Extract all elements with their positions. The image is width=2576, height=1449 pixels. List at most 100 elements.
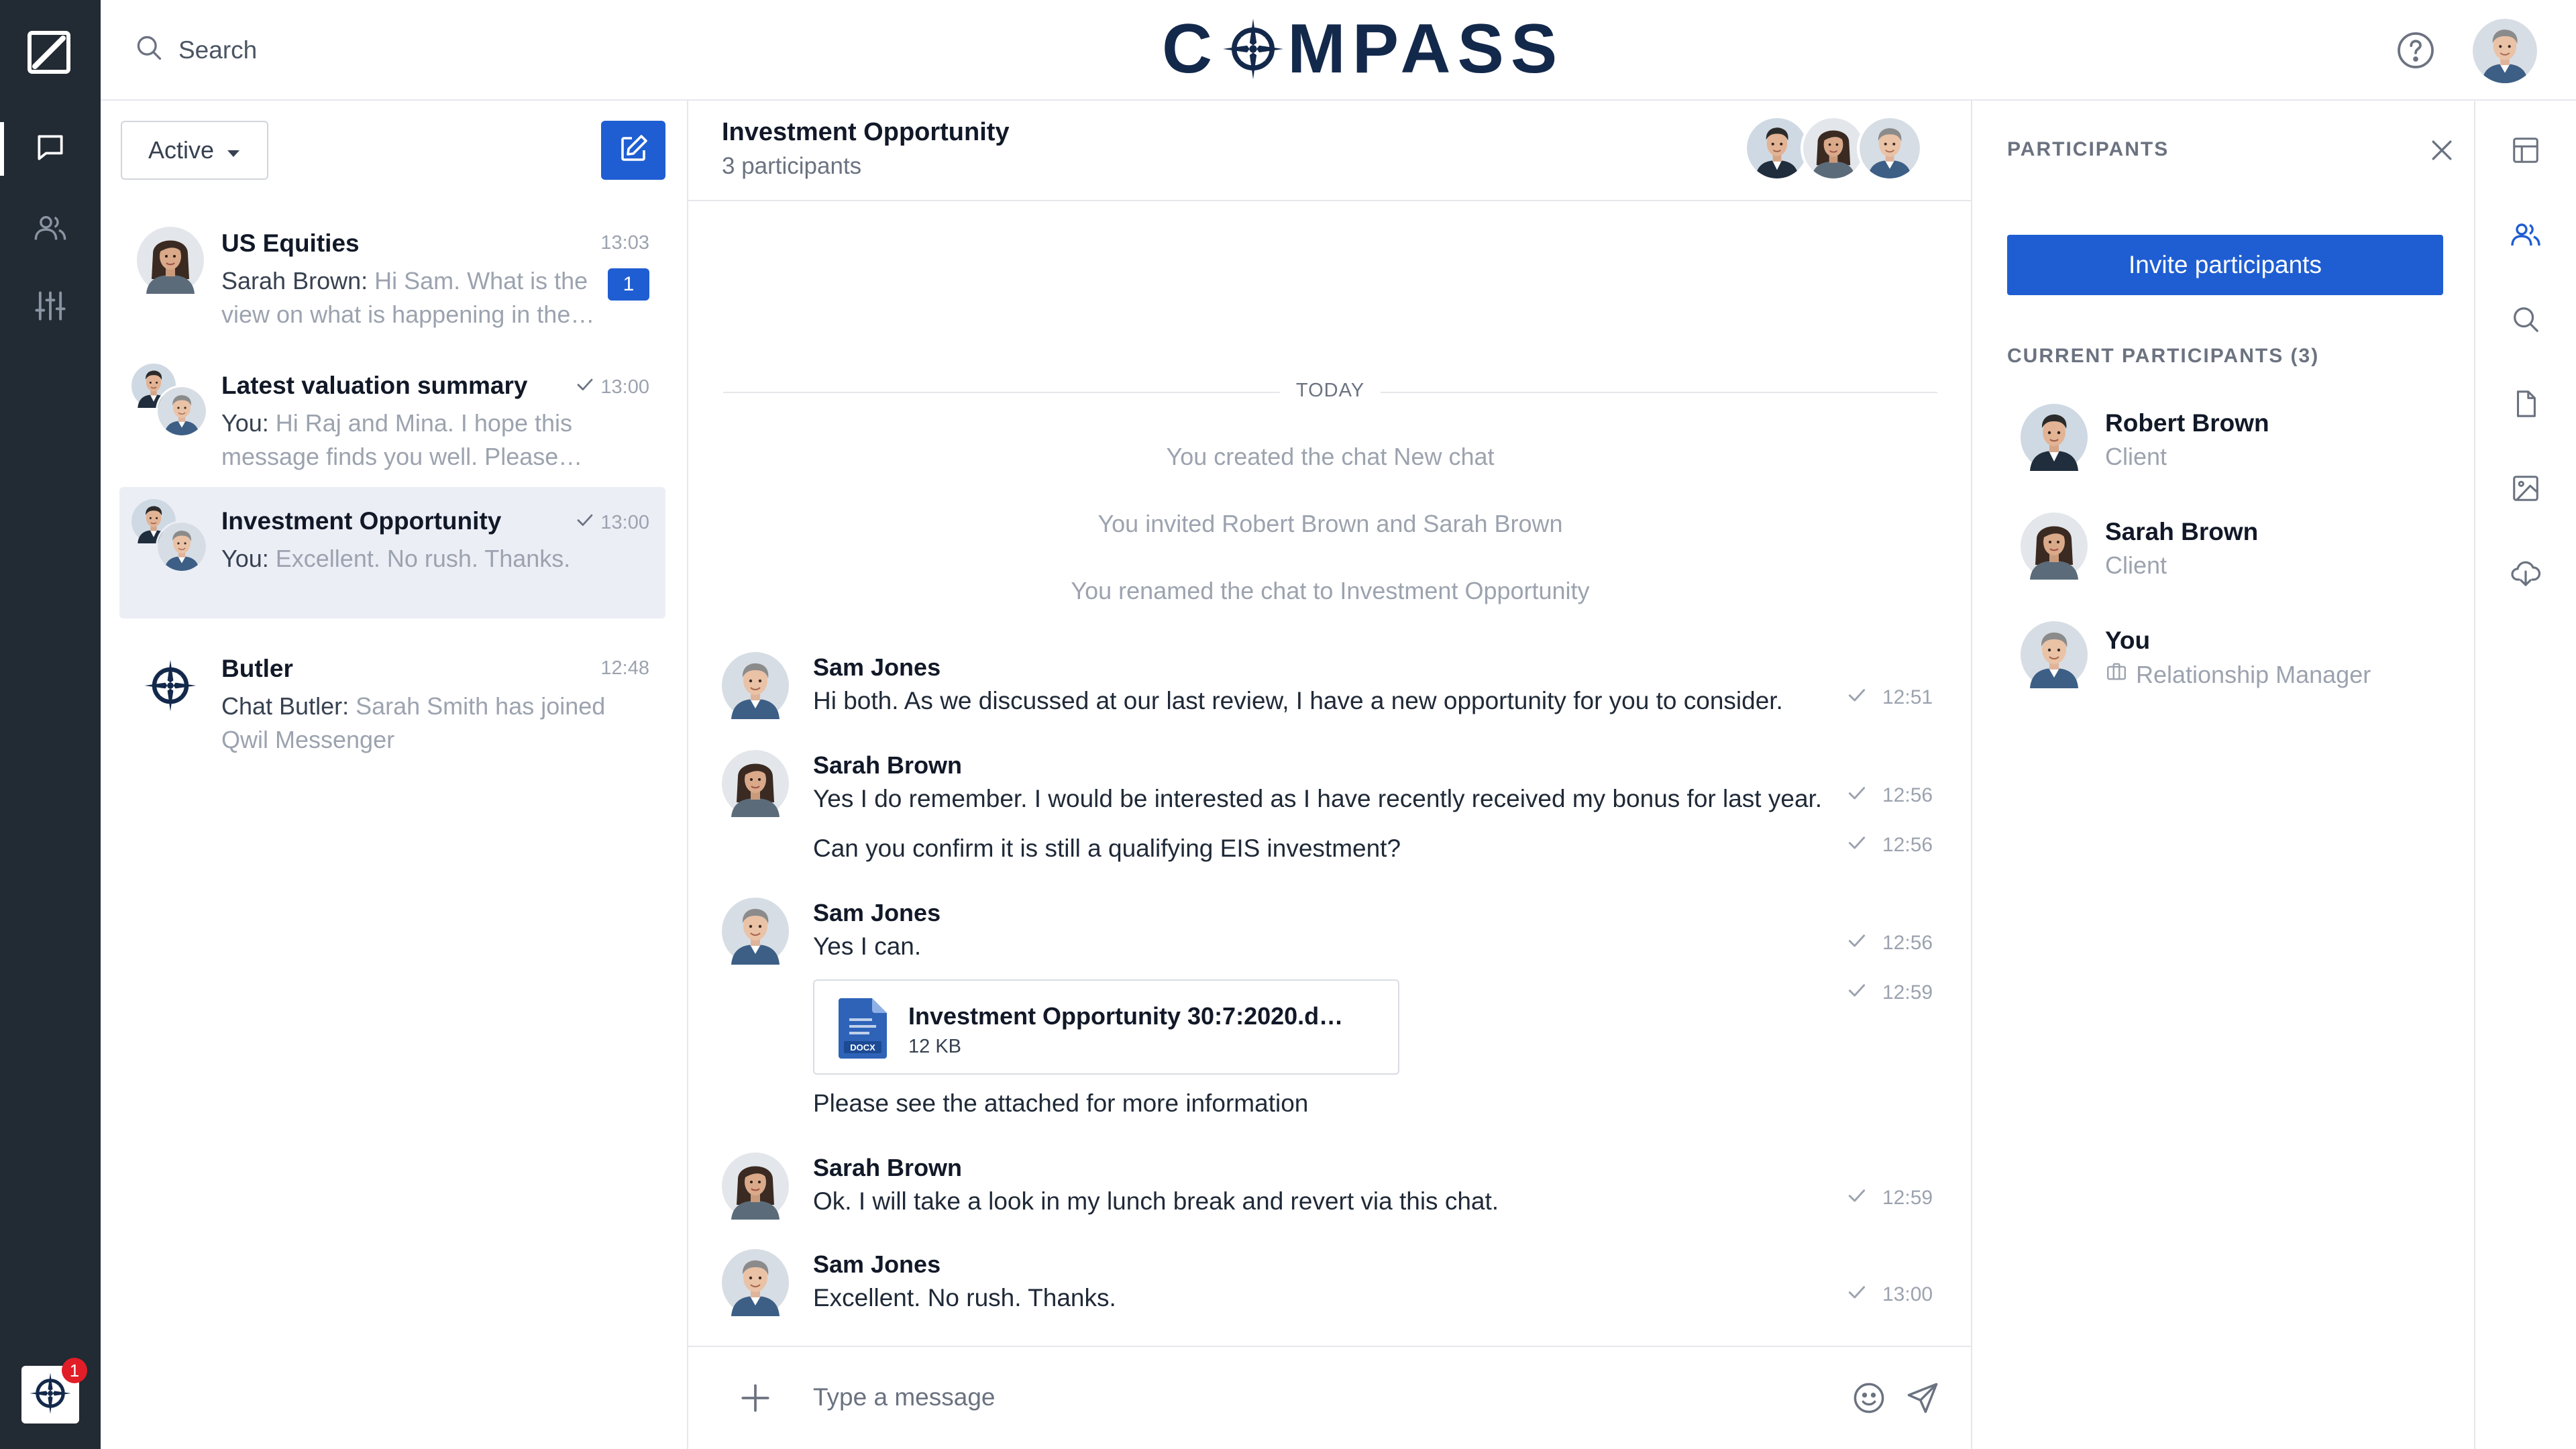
conversation-item-active[interactable]: Investment Opportunity 13:00 You: Excell…: [119, 487, 665, 619]
message-text: Can you confirm it is still a qualifying…: [813, 835, 1401, 862]
file-type-label: DOCX: [850, 1042, 875, 1053]
file-name: Investment Opportunity 30:7:2020.d…: [908, 1002, 1344, 1030]
message-status: 12:51: [1846, 684, 1933, 711]
file-attachment[interactable]: DOCX Investment Opportunity 30:7:2020.d……: [813, 979, 1399, 1075]
participant-role-text: Relationship Manager: [2136, 660, 2371, 688]
search-placeholder: Search: [178, 36, 258, 64]
conversation-item[interactable]: Butler 12:48 Chat Butler: Sarah Smith ha…: [119, 635, 665, 766]
chat-header: Investment Opportunity 3 participants: [688, 101, 1972, 201]
conversation-item[interactable]: Latest valuation summary 13:00 You: Hi R…: [119, 352, 665, 483]
message-sender: Sam Jones: [813, 653, 941, 681]
chat-title: Investment Opportunity: [722, 118, 1010, 146]
preview-sender: Sarah Brown:: [221, 267, 368, 294]
search-icon[interactable]: [2506, 299, 2546, 339]
read-tick-icon: [1846, 832, 1868, 859]
chat-pane: Investment Opportunity 3 participants TO…: [688, 101, 1972, 1449]
message-status: 12:59: [1846, 979, 1933, 1006]
nav-messages[interactable]: [0, 115, 101, 182]
message-input[interactable]: Type a message: [813, 1383, 995, 1411]
new-chat-button[interactable]: [601, 121, 665, 180]
brand-letter: C: [1162, 9, 1220, 88]
conversation-time-text: 13:03: [600, 232, 649, 254]
layout-icon[interactable]: [2506, 130, 2546, 170]
avatar: [1857, 115, 1923, 181]
search-field[interactable]: Search: [134, 30, 257, 70]
caret-down-icon: [226, 136, 241, 164]
send-icon[interactable]: [1905, 1381, 1940, 1415]
search-icon: [134, 33, 164, 68]
participant-role: Client: [2105, 551, 2167, 580]
participant-item[interactable]: Sarah Brown Client: [2021, 513, 2450, 586]
avatar: [722, 898, 789, 965]
app-logo-icon[interactable]: [27, 30, 71, 74]
message-time: 12:56: [1882, 932, 1933, 954]
filter-dropdown[interactable]: Active: [121, 121, 268, 180]
day-divider: TODAY: [723, 380, 1937, 402]
chat-participant-count[interactable]: 3 participants: [722, 153, 861, 180]
read-tick-icon: [575, 374, 595, 400]
brand-letters: MPASS: [1287, 9, 1564, 88]
conversation-title: Latest valuation summary: [221, 372, 528, 399]
cloud-download-icon[interactable]: [2506, 553, 2546, 593]
butler-avatar: [137, 652, 204, 719]
conversation-time: 13:00: [575, 374, 649, 400]
docx-file-icon: DOCX: [839, 998, 887, 1059]
conversation-title: Butler: [221, 655, 293, 682]
message-composer: Type a message: [688, 1346, 1972, 1449]
add-attachment-icon[interactable]: [737, 1379, 774, 1417]
participant-item[interactable]: Robert Brown Client: [2021, 404, 2450, 478]
file-icon[interactable]: [2506, 384, 2546, 424]
message-sender: Sam Jones: [813, 1250, 941, 1278]
conversation-item[interactable]: US Equities 13:03 Sarah Brown: Hi Sam. W…: [119, 209, 665, 341]
close-icon[interactable]: [2427, 136, 2457, 165]
avatar: [722, 750, 789, 817]
read-tick-icon: [1846, 1185, 1868, 1212]
read-tick-icon: [1846, 1281, 1868, 1308]
participant-role: Relationship Manager: [2105, 660, 2371, 689]
preview-text: Excellent. No rush. Thanks.: [268, 545, 571, 572]
message-text: Please see the attached for more informa…: [813, 1089, 1309, 1117]
conversation-time-text: 13:00: [600, 376, 649, 398]
nav-settings[interactable]: [0, 274, 101, 341]
filter-label: Active: [148, 136, 215, 164]
message-sender: Sarah Brown: [813, 751, 963, 779]
conversation-title: US Equities: [221, 229, 360, 257]
conversation-time: 13:00: [575, 510, 649, 535]
participant-avatars[interactable]: [1744, 115, 1923, 181]
help-icon[interactable]: [2396, 30, 2436, 70]
conversation-time: 13:03: [600, 232, 649, 254]
participant-role: Client: [2105, 443, 2167, 471]
sliders-icon: [33, 288, 68, 327]
message-status: 12:56: [1846, 832, 1933, 859]
read-tick-icon: [575, 510, 595, 535]
user-avatar[interactable]: [2473, 19, 2537, 83]
system-message: You renamed the chat to Investment Oppor…: [1071, 577, 1590, 604]
conversation-time: 12:48: [600, 657, 649, 680]
message-time: 12:59: [1882, 981, 1933, 1004]
nav-contacts[interactable]: [0, 196, 101, 263]
participant-name: Sarah Brown: [2105, 518, 2259, 545]
message-time: 12:56: [1882, 784, 1933, 806]
chat-bubble-icon: [34, 131, 67, 168]
participant-role-text: Client: [2105, 551, 2167, 579]
participants-icon[interactable]: [2506, 215, 2546, 255]
briefcase-icon: [2105, 660, 2128, 689]
read-tick-icon: [1846, 684, 1868, 711]
message-status: 12:56: [1846, 782, 1933, 809]
message-text: Yes I do remember. I would be interested…: [813, 785, 1823, 812]
conversation-title: Investment Opportunity: [221, 507, 502, 535]
message-time: 12:56: [1882, 834, 1933, 856]
preview-sender: Chat Butler:: [221, 692, 350, 720]
image-icon[interactable]: [2506, 468, 2546, 508]
message-text: Excellent. No rush. Thanks.: [813, 1284, 1116, 1311]
group-avatar: [137, 369, 208, 437]
message-status: 12:59: [1846, 1185, 1933, 1212]
invite-participants-button[interactable]: Invite participants: [2007, 235, 2443, 295]
emoji-icon[interactable]: [1851, 1381, 1886, 1415]
file-size: 12 KB: [908, 1036, 961, 1057]
conversation-preview: Sarah Brown: Hi Sam. What is the view on…: [221, 264, 610, 331]
people-icon: [33, 211, 68, 249]
top-bar: Search C MPASS: [101, 0, 2576, 101]
participant-item[interactable]: You Relationship Manager: [2021, 621, 2450, 695]
message-time: 13:00: [1882, 1283, 1933, 1305]
